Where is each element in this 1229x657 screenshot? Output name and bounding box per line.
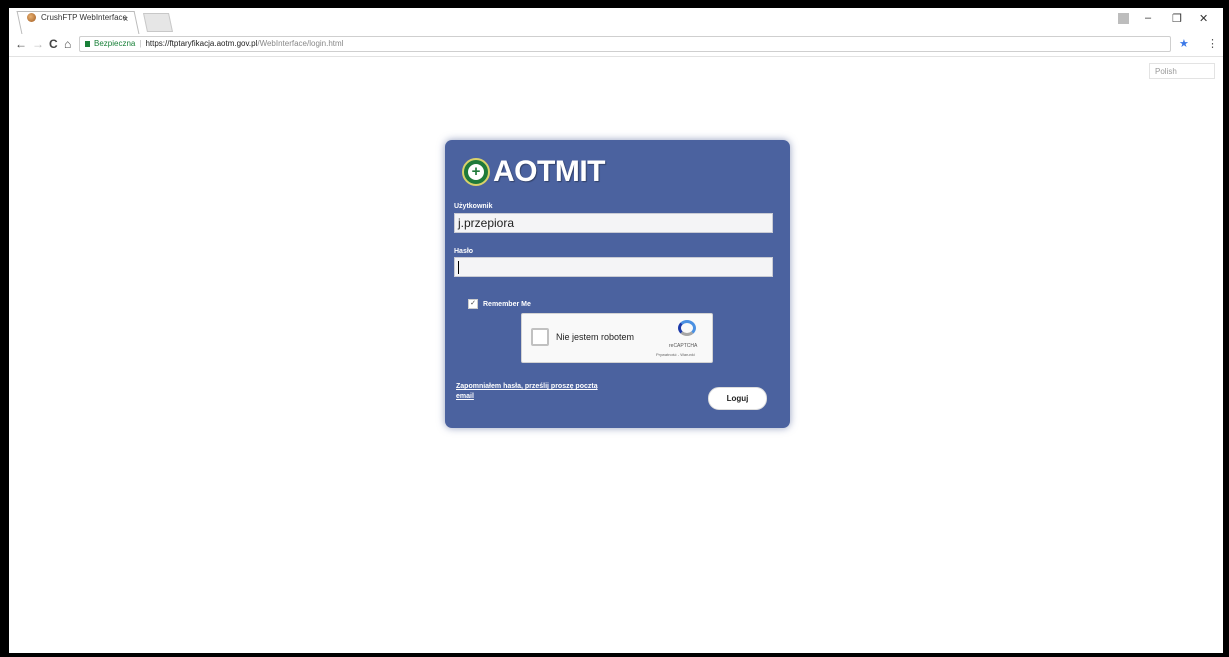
remember-label: Remember Me — [483, 300, 531, 308]
restore-icon[interactable]: ❐ — [1172, 12, 1182, 25]
login-panel: + AOTMIT Użytkownik j.przepiora Hasło ✓ … — [445, 140, 790, 428]
url-path: /WebInterface/login.html — [257, 39, 344, 48]
aotmit-emblem-icon: + — [462, 158, 490, 186]
login-button[interactable]: Loguj — [708, 387, 767, 410]
browser-menu-icon[interactable]: ⋮ — [1207, 37, 1218, 50]
text-caret — [458, 261, 459, 274]
tab-bar: CrushFTP WebInterface × – ❐ ✕ — [9, 8, 1223, 35]
username-input[interactable]: j.przepiora — [454, 213, 773, 233]
new-tab-button[interactable] — [142, 13, 174, 32]
cross-icon: + — [468, 164, 484, 180]
remember-me[interactable]: ✓ Remember Me — [468, 299, 531, 309]
password-label: Hasło — [454, 248, 474, 255]
tab-close-icon[interactable]: × — [123, 14, 128, 24]
person-icon[interactable] — [1118, 13, 1129, 24]
window-close-icon[interactable]: ✕ — [1199, 12, 1208, 25]
tab-content: CrushFTP WebInterface — [27, 13, 127, 22]
recaptcha-label: Nie jestem robotem — [556, 332, 635, 342]
recaptcha-checkbox[interactable] — [531, 328, 549, 346]
home-icon[interactable]: ⌂ — [64, 37, 71, 51]
forward-icon[interactable]: → — [32, 37, 44, 51]
minimize-icon[interactable]: – — [1145, 12, 1151, 24]
recaptcha-widget: Nie jestem robotem reCAPTCHA Prywatność … — [521, 313, 713, 363]
forgot-password-link[interactable]: Zapomniałem hasła, prześlij proszę poczt… — [456, 382, 616, 402]
address-toolbar: ← → C ⌂ Bezpieczna | https://ftptaryfika… — [9, 34, 1223, 57]
bookmark-star-icon[interactable]: ★ — [1179, 37, 1189, 50]
recaptcha-logo-icon — [678, 320, 696, 336]
lock-icon — [85, 41, 90, 47]
remember-checkbox[interactable]: ✓ — [468, 299, 478, 309]
crushftp-favicon-icon — [27, 13, 36, 22]
username-label: Użytkownik — [454, 203, 493, 210]
language-select[interactable]: Polish — [1149, 63, 1215, 79]
browser-window: CrushFTP WebInterface × – ❐ ✕ ← → C ⌂ Be… — [9, 8, 1223, 653]
logo-text: AOTMIT — [493, 155, 605, 188]
aotmit-logo: + AOTMIT — [462, 155, 605, 189]
reload-icon[interactable]: C — [49, 37, 58, 51]
recaptcha-brand: reCAPTCHA — [669, 343, 698, 349]
address-bar[interactable]: Bezpieczna | https://ftptaryfikacja.aotm… — [79, 36, 1171, 52]
recaptcha-links[interactable]: Prywatność - Warunki — [656, 352, 695, 357]
tab-title: CrushFTP WebInterface — [41, 13, 127, 22]
password-input[interactable] — [454, 257, 773, 277]
security-status: Bezpieczna — [94, 39, 136, 48]
back-icon[interactable]: ← — [15, 37, 27, 51]
url-host: https://ftptaryfikacja.aotm.gov.pl — [145, 39, 258, 48]
omnibox-separator: | — [139, 39, 142, 48]
